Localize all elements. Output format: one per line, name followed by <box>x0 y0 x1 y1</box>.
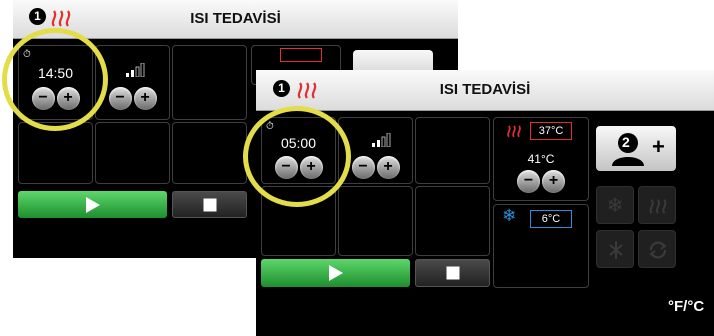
play-icon <box>85 196 100 213</box>
heat-icon <box>507 125 521 138</box>
power-decrease-button[interactable]: − <box>351 156 375 179</box>
page-title: ISI TEDAVİSİ <box>190 10 281 27</box>
target-temp-value: 41°C <box>527 152 555 166</box>
empty-tile <box>172 45 247 120</box>
user-add-button[interactable]: 2 + <box>596 126 676 171</box>
heating-mode-button[interactable] <box>638 186 676 224</box>
empty-tile <box>415 186 490 256</box>
add-sign: + <box>652 134 665 159</box>
cooling-mode-button[interactable]: ❄ <box>596 186 634 224</box>
unit-toggle[interactable]: °F/°C <box>668 298 704 315</box>
play-icon <box>328 265 343 281</box>
empty-tile <box>172 122 247 184</box>
cooling-tile[interactable]: ❄ 6°C <box>493 204 589 288</box>
stop-button[interactable] <box>172 191 247 218</box>
stop-button[interactable] <box>415 259 490 287</box>
heat-icon <box>649 199 667 214</box>
power-increase-button[interactable]: + <box>376 156 400 179</box>
temp-decrease-button[interactable]: − <box>517 170 540 193</box>
snowflake-icon: ❄ <box>606 195 624 217</box>
play-button[interactable] <box>261 259 410 287</box>
play-button[interactable] <box>18 191 167 218</box>
title-bar: 1 ISI TEDAVİSİ <box>256 70 714 111</box>
empty-tile <box>18 122 93 184</box>
bath-temp-display <box>280 48 322 62</box>
bath-temp-display: 37°C <box>530 122 572 140</box>
empty-tile <box>415 117 490 184</box>
power-level-icon <box>372 133 391 147</box>
page-title: ISI TEDAVİSİ <box>439 81 531 98</box>
cold-compress-icon <box>609 241 623 259</box>
stop-icon <box>203 198 216 211</box>
heating-tile[interactable]: 37°C 41°C − + <box>493 117 589 201</box>
cycle-icon <box>649 241 667 259</box>
power-decrease-button[interactable]: − <box>108 87 132 110</box>
front-screen: 1 ISI TEDAVİSİ ⏱ 05:00 − + − + 37°C 41°C <box>256 70 714 336</box>
bath-temp-display: 6°C <box>530 210 572 228</box>
power-increase-button[interactable]: + <box>133 87 157 110</box>
highlight-ring <box>243 106 351 207</box>
power-level-icon <box>126 63 145 77</box>
stop-icon <box>446 266 459 280</box>
user-number: 2 <box>622 134 630 150</box>
cold-compress-button[interactable] <box>596 230 634 268</box>
snowflake-icon: ❄ <box>502 206 517 225</box>
empty-tile <box>338 186 413 256</box>
temp-increase-button[interactable]: + <box>542 170 565 193</box>
empty-tile <box>95 122 170 184</box>
highlight-ring <box>2 28 108 131</box>
cycle-button[interactable] <box>638 230 676 268</box>
